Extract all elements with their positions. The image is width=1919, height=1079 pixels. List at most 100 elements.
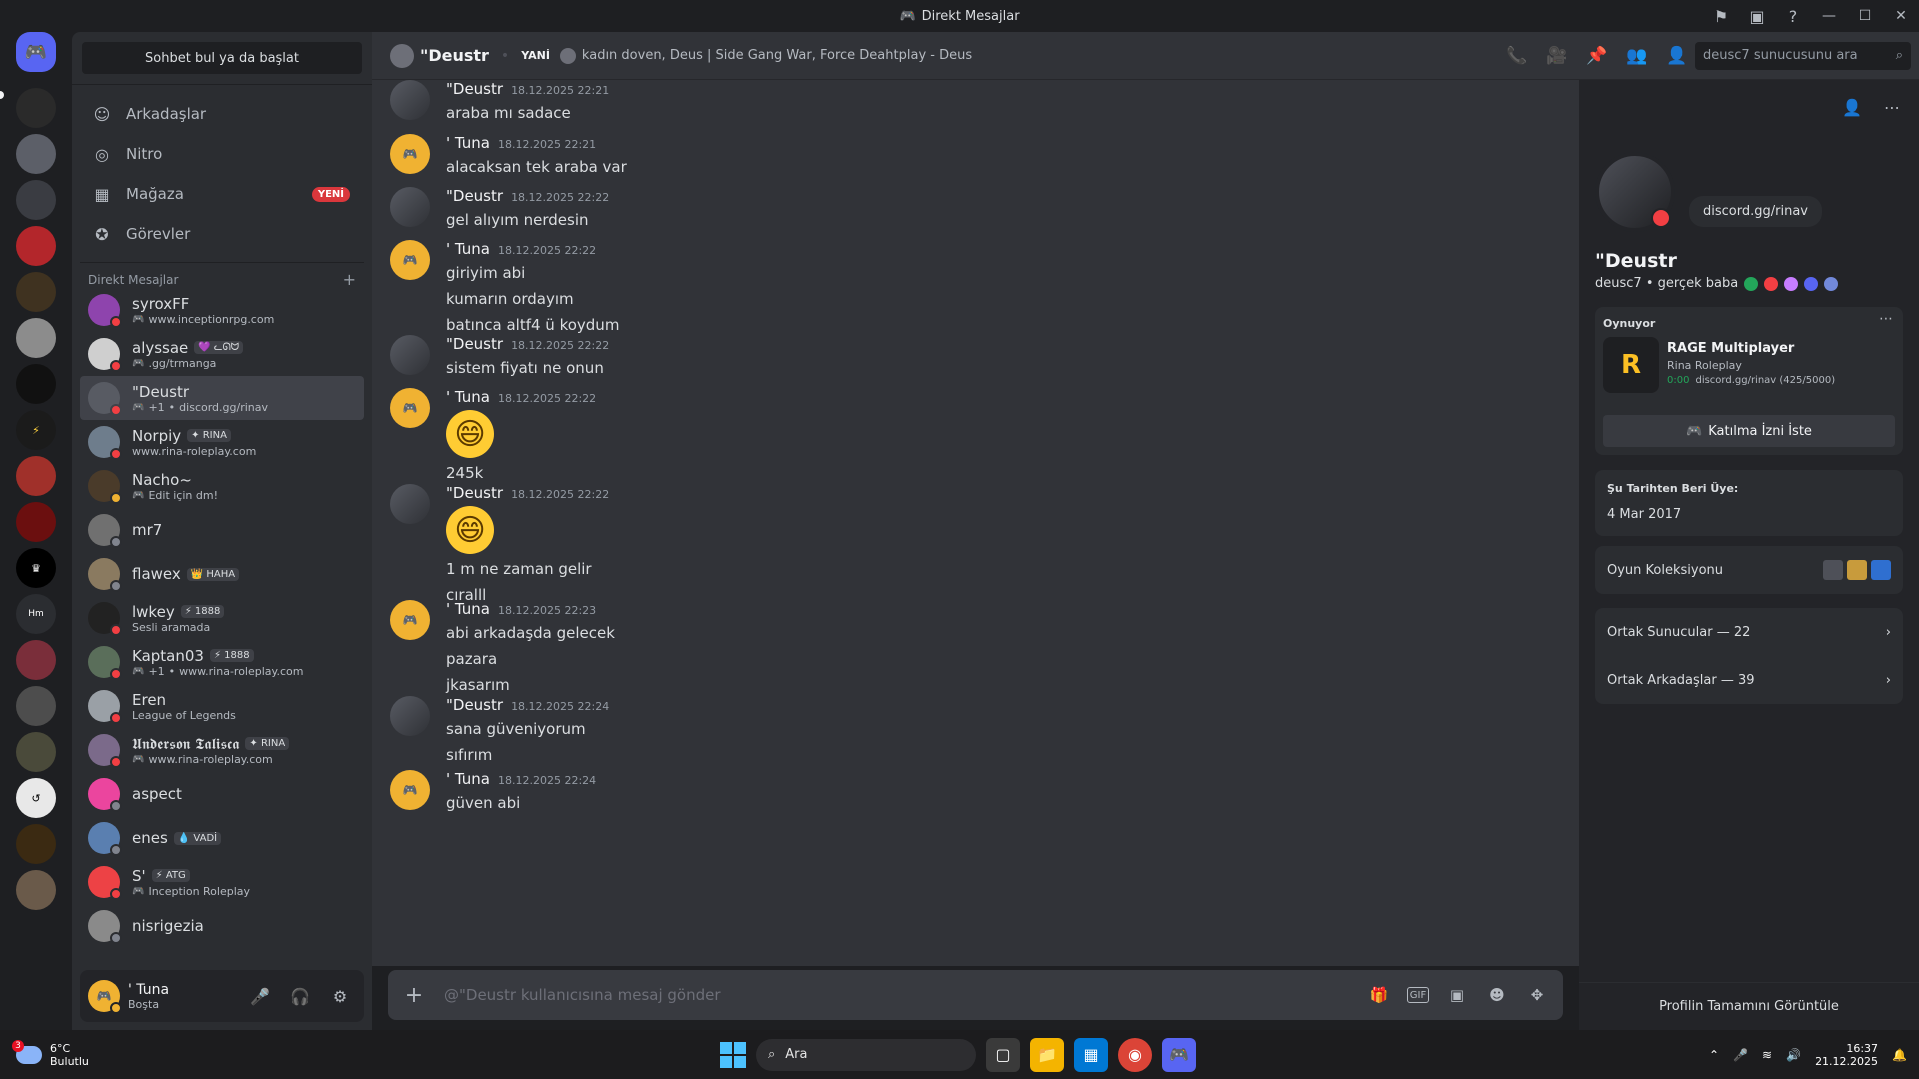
microphone-icon[interactable]: 🎤 [244,980,276,1012]
chrome-icon[interactable]: ◉ [1118,1037,1152,1072]
server-icon[interactable] [16,502,56,542]
server-icon[interactable] [16,456,56,496]
notification-icon[interactable]: 🔔 [1892,1048,1907,1062]
avatar[interactable] [390,187,430,227]
dm-item[interactable]: flawex 👑 HAHA [80,552,364,596]
avatar[interactable]: 🎮 [390,600,430,640]
dm-item[interactable]: enes 💧 VADİ [80,816,364,860]
search-input[interactable]: deusc7 sunucusunu ara ⌕ [1695,41,1911,70]
nav-quests[interactable]: ✪ Görevler [80,214,364,254]
add-attachment-icon[interactable]: + [402,983,426,1008]
nav-friends[interactable]: ☺ Arkadaşlar [80,94,364,134]
server-icon[interactable] [16,180,56,220]
video-call-icon[interactable]: 🎥 [1545,44,1569,68]
add-dm-icon[interactable]: + [343,270,356,289]
store-icon[interactable]: ▦ [1074,1037,1108,1072]
view-full-profile-button[interactable]: Profilin Tamamını Görüntüle [1579,982,1919,1030]
task-view-icon[interactable]: ▢ [986,1037,1020,1072]
mutual-friends-row[interactable]: Ortak Arkadaşlar — 39 › [1595,656,1903,704]
add-friend-icon[interactable]: 👤 [1837,92,1867,122]
avatar[interactable] [390,696,430,736]
pin-icon[interactable]: 📌 [1585,44,1609,68]
dm-item[interactable]: aspect [80,772,364,816]
dm-item[interactable]: nisrigezia [80,904,364,948]
dm-item[interactable]: Nacho~ 🎮 Edit için dm! [80,464,364,508]
server-icon[interactable] [16,732,56,772]
gift-icon[interactable]: 🎁 [1367,983,1391,1007]
maximize-button[interactable]: ☐ [1847,0,1883,32]
server-icon[interactable]: Hm [16,594,56,634]
apps-icon[interactable]: ✥ [1525,983,1549,1007]
message-author[interactable]: ' Tuna [446,388,490,406]
inbox-icon[interactable]: ▣ [1739,0,1775,32]
more-options-icon[interactable]: ⋯ [1877,92,1907,122]
server-icon[interactable] [16,318,56,358]
wifi-icon[interactable]: ≋ [1762,1048,1772,1062]
file-explorer-icon[interactable]: 📁 [1030,1037,1064,1072]
dm-item[interactable]: alyssae 💜 ᓚᘏᗢ 🎮 .gg/trmanga [80,332,364,376]
weather-widget[interactable]: 3 6°C Bulutlu [12,1039,89,1068]
server-icon[interactable]: ♛ [16,548,56,588]
activity-menu-icon[interactable]: ⋯ [1879,311,1893,327]
close-button[interactable]: ✕ [1883,0,1919,32]
microphone-icon[interactable]: 🎤 [1733,1048,1748,1062]
avatar[interactable]: 🎮 [88,980,122,1014]
avatar[interactable]: 🎮 [390,134,430,174]
avatar[interactable]: 🎮 [390,770,430,810]
system-clock[interactable]: 16:37 21.12.2025 [1815,1042,1878,1068]
headphones-icon[interactable]: 🎧 [284,980,316,1012]
server-icon[interactable]: ↺ [16,778,56,818]
dm-item[interactable]: "Deustr 🎮 +1 • discord.gg/rinav [80,376,364,420]
emoji-icon[interactable]: ☻ [1485,983,1509,1007]
flag-icon[interactable]: ⚑ [1703,0,1739,32]
server-icon[interactable] [16,134,56,174]
server-icon[interactable] [16,824,56,864]
dm-item[interactable]: Kaptan03 ⚡ 1888 🎮 +1 • www.rina-roleplay.com [80,640,364,684]
gif-icon[interactable]: GIF [1407,987,1429,1003]
voice-call-icon[interactable]: 📞 [1505,44,1529,68]
message-author[interactable]: ' Tuna [446,770,490,788]
dm-item[interactable]: Eren League of Legends [80,684,364,728]
profile-avatar[interactable] [1595,152,1675,232]
avatar[interactable] [390,335,430,375]
dm-item[interactable]: syroxFF 🎮 www.inceptionrpg.com [80,288,364,332]
message-input[interactable]: @"Deustr kullanıcısına mesaj gönder [444,986,1367,1004]
settings-gear-icon[interactable]: ⚙ [324,980,356,1012]
help-icon[interactable]: ? [1775,0,1811,32]
message-author[interactable]: "Deustr [446,696,503,714]
avatar[interactable] [390,484,430,524]
server-icon[interactable]: ⚡ [16,410,56,450]
chevron-up-icon[interactable]: ⌃ [1709,1048,1719,1062]
server-icon[interactable] [16,364,56,404]
dm-item[interactable]: 𝖀𝖓𝖉𝖊𝖗𝖘𝖔𝖓 𝕿𝖆𝖑𝖎𝖘𝖈𝖆 ✦ RINA 🎮 www.rina-roleplay… [80,728,364,772]
discord-taskbar-icon[interactable]: 🎮 [1162,1037,1196,1072]
avatar[interactable] [390,80,430,120]
nav-nitro[interactable]: ◎ Nitro [80,134,364,174]
dm-item[interactable]: Norpiy ✦ RINA www.rina-roleplay.com [80,420,364,464]
server-icon[interactable] [16,272,56,312]
home-button[interactable]: 🎮 [16,32,56,72]
server-icon[interactable] [16,640,56,680]
mutual-servers-row[interactable]: Ortak Sunucular — 22 › [1595,608,1903,656]
nav-shop[interactable]: ▦ Mağaza YENİ [80,174,364,214]
message-author[interactable]: ' Tuna [446,134,490,152]
dm-item[interactable]: lwkey ⚡ 1888 Sesli aramada [80,596,364,640]
server-icon[interactable] [16,870,56,910]
message-author[interactable]: "Deustr [446,80,503,98]
avatar[interactable]: 🎮 [390,240,430,280]
sticker-icon[interactable]: ▣ [1445,983,1469,1007]
find-conversation-button[interactable]: Sohbet bul ya da başlat [82,42,362,74]
game-collection-card[interactable]: Oyun Koleksiyonu [1595,546,1903,594]
server-icon[interactable] [16,88,56,128]
add-friend-icon[interactable]: 👥 [1625,44,1649,68]
message-author[interactable]: ' Tuna [446,600,490,618]
server-icon[interactable] [16,226,56,266]
volume-icon[interactable]: 🔊 [1786,1048,1801,1062]
dm-item[interactable]: mr7 [80,508,364,552]
windows-start-icon[interactable] [720,1041,746,1068]
message-author[interactable]: "Deustr [446,335,503,353]
request-join-button[interactable]: 🎮 Katılma İzni İste [1603,415,1895,447]
taskbar-search[interactable]: ⌕ Ara [756,1038,976,1071]
user-profile-icon[interactable]: 👤 [1665,44,1689,68]
dm-item[interactable]: S' ⚡ ATG 🎮 Inception Roleplay [80,860,364,904]
